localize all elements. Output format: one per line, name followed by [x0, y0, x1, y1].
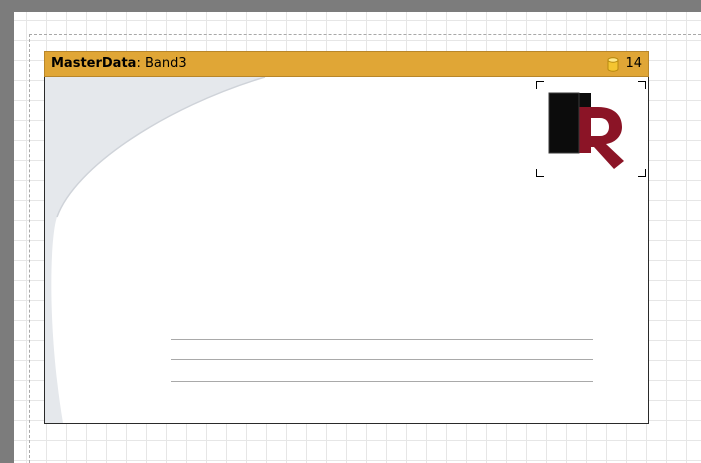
band-name: Band3	[144, 56, 187, 71]
band-header-masterdata[interactable]: MasterData: Band3 14	[44, 51, 649, 77]
band-separator: :	[136, 56, 141, 71]
database-icon	[607, 56, 619, 72]
band-record-count: 14	[607, 52, 642, 76]
resize-handle-top-right[interactable]	[638, 81, 646, 89]
resize-handle-bottom-right[interactable]	[638, 169, 646, 177]
text-line-1[interactable]	[171, 339, 593, 340]
resize-handle-top-left[interactable]	[536, 81, 544, 89]
logo-picture-object[interactable]	[536, 81, 646, 177]
resize-handle-bottom-left[interactable]	[536, 169, 544, 177]
text-line-3[interactable]	[171, 381, 593, 382]
band-type-label: MasterData	[51, 56, 137, 71]
band-body[interactable]	[44, 77, 649, 424]
text-line-2[interactable]	[171, 359, 593, 360]
record-count-value: 14	[625, 56, 642, 71]
fastreport-logo-picture	[548, 92, 624, 169]
